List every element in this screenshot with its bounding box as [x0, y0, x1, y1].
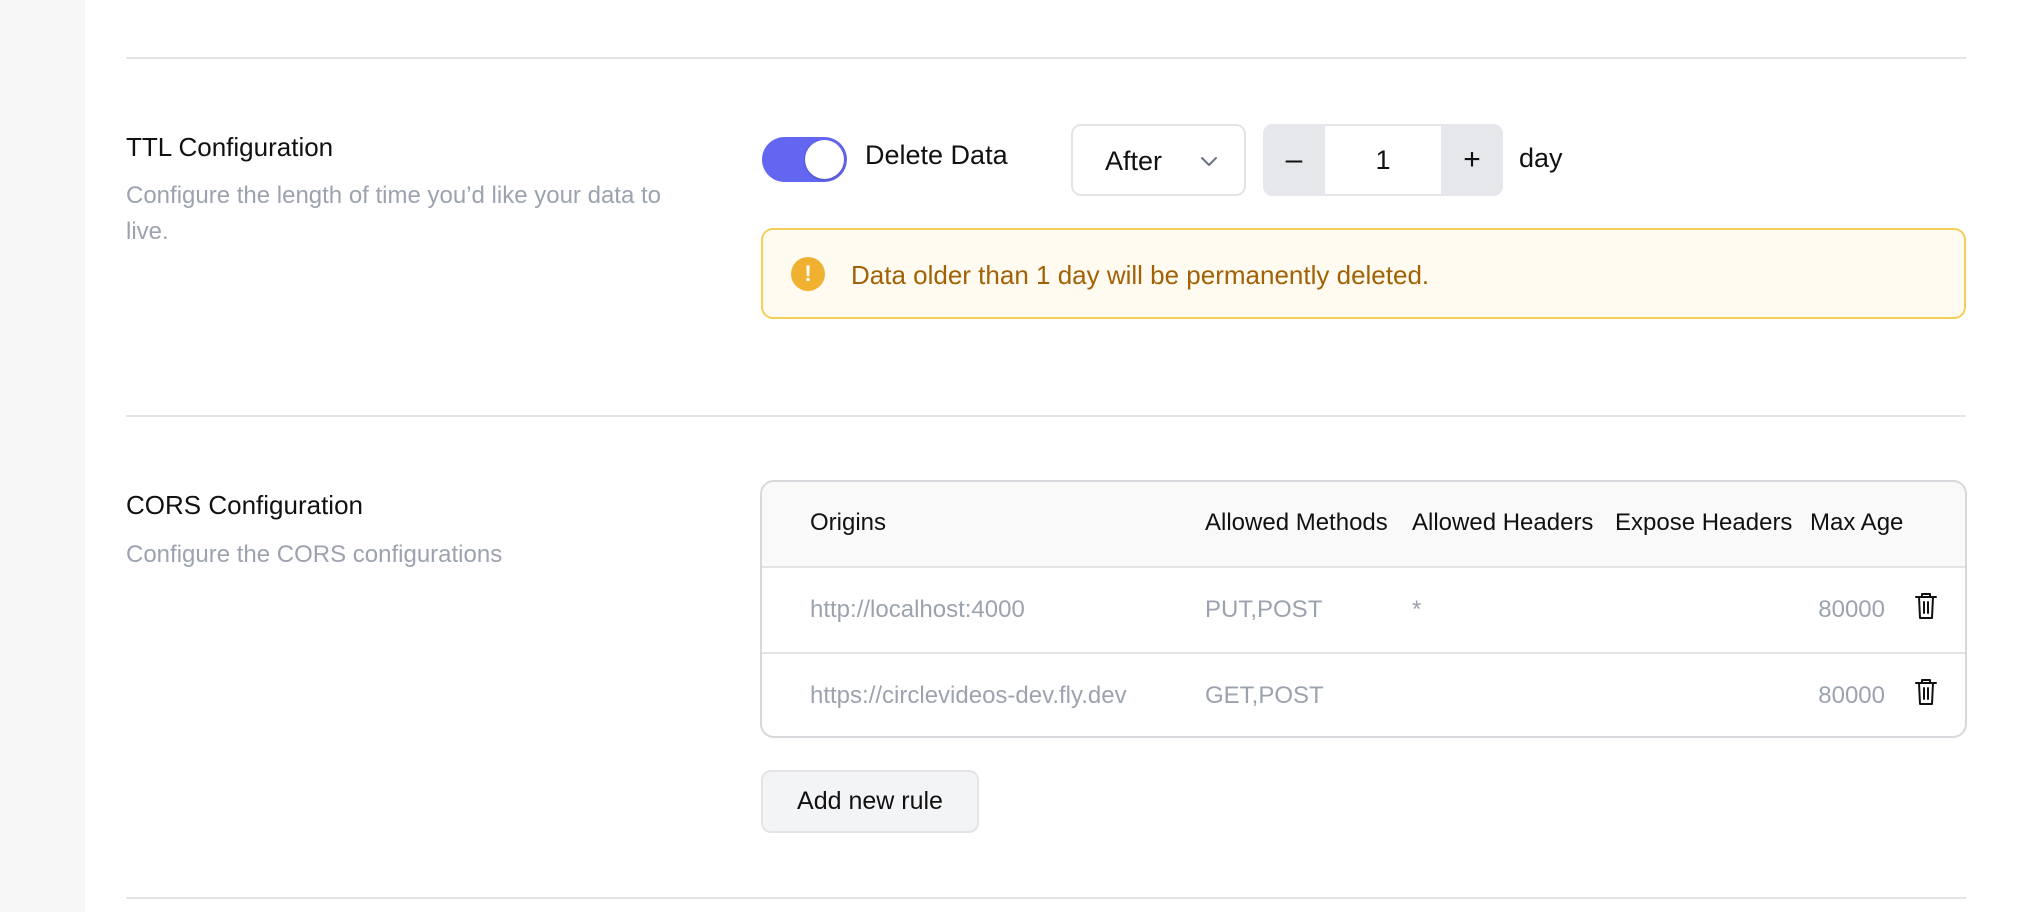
cors-rules-table: Origins Allowed Methods Allowed Headers …	[760, 480, 1967, 738]
ttl-warning-alert: ! Data older than 1 day will be permanen…	[761, 228, 1966, 319]
select-value: After	[1105, 146, 1163, 176]
section-divider	[126, 415, 1966, 417]
table-header: Origins Allowed Methods Allowed Headers …	[762, 482, 1965, 568]
column-header-expose-headers: Expose Headers	[1615, 509, 1793, 536]
settings-panel	[85, 0, 2042, 912]
increment-button[interactable]: +	[1441, 124, 1503, 196]
warning-text: Data older than 1 day will be permanentl…	[851, 260, 1430, 290]
methods-cell: PUT,POST	[1205, 596, 1323, 623]
section-divider	[126, 57, 1966, 59]
ttl-duration-stepper: – +	[1263, 124, 1503, 196]
warning-icon: !	[791, 257, 825, 291]
max-age-cell: 80000	[1818, 596, 1885, 623]
table-row: http://localhost:4000 PUT,POST * 80000	[762, 568, 1965, 654]
trash-icon[interactable]	[1914, 678, 1938, 706]
ttl-condition-select[interactable]: After	[1071, 124, 1246, 196]
chevron-down-icon	[1201, 157, 1217, 166]
ttl-section-title: TTL Configuration	[126, 132, 334, 162]
add-new-rule-button[interactable]: Add new rule	[761, 770, 979, 833]
origin-cell: https://circlevideos-dev.fly.dev	[810, 682, 1127, 709]
delete-data-label: Delete Data	[865, 140, 1008, 170]
column-header-max-age: Max Age	[1810, 509, 1904, 536]
column-header-allowed-headers: Allowed Headers	[1412, 509, 1594, 536]
toggle-knob	[805, 140, 844, 179]
methods-cell: GET,POST	[1205, 682, 1324, 709]
cors-section-description: Configure the CORS configurations	[126, 541, 503, 568]
origin-cell: http://localhost:4000	[810, 596, 1025, 623]
cors-section-title: CORS Configuration	[126, 490, 363, 520]
duration-input[interactable]	[1325, 126, 1441, 194]
table-row: https://circlevideos-dev.fly.dev GET,POS…	[762, 654, 1965, 736]
decrement-button[interactable]: –	[1263, 124, 1325, 196]
duration-unit: day	[1519, 143, 1563, 173]
max-age-cell: 80000	[1818, 682, 1885, 709]
column-header-origins: Origins	[810, 509, 887, 536]
section-divider	[126, 897, 1966, 899]
column-header-allowed-methods: Allowed Methods	[1205, 509, 1388, 536]
delete-data-toggle[interactable]	[762, 137, 847, 182]
ttl-section-description: Configure the length of time you’d like …	[126, 182, 661, 245]
trash-icon[interactable]	[1914, 592, 1938, 620]
allowed-headers-cell: *	[1412, 596, 1422, 623]
